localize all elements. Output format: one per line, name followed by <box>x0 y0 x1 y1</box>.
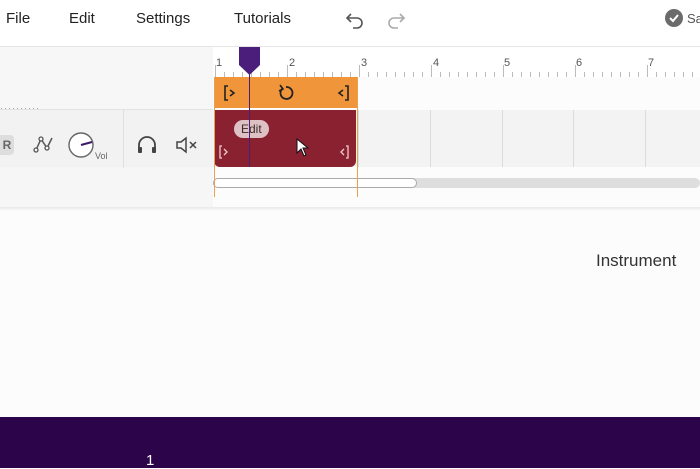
ruler-tick <box>431 65 432 77</box>
ruler-tick <box>521 72 522 77</box>
timeline-scroll-thumb[interactable] <box>213 178 417 188</box>
clip-trim-start-icon[interactable] <box>218 144 230 165</box>
ruler-mark-5: 5 <box>504 57 511 69</box>
timeline-ruler[interactable]: 1 2 3 4 5 6 7 <box>213 47 700 77</box>
menu-tutorials[interactable]: Tutorials <box>234 10 291 27</box>
ruler-tick <box>611 72 612 77</box>
ruler-tick <box>593 72 594 77</box>
ruler-mark-2: 2 <box>289 57 296 69</box>
ruler-mark-4: 4 <box>433 57 440 69</box>
save-label: Sa <box>687 10 700 26</box>
ruler-left-spacer <box>0 47 213 110</box>
ruler-mark-7: 7 <box>648 57 655 69</box>
volume-label: Vol <box>95 151 108 161</box>
ruler-tick <box>368 72 369 77</box>
ruler-tick <box>629 72 630 77</box>
ruler-tick <box>530 72 531 77</box>
ruler-tick <box>440 72 441 77</box>
ruler-mark-1: 1 <box>216 57 223 69</box>
ruler-tick <box>584 72 585 77</box>
cursor-icon <box>296 137 310 163</box>
loop-end-icon[interactable] <box>336 84 350 107</box>
saved-check-icon <box>665 9 683 27</box>
ruler-tick <box>539 72 540 77</box>
ruler-tick <box>692 72 693 77</box>
save-status[interactable]: Sa <box>665 9 700 27</box>
clip-trim-end-icon[interactable] <box>338 144 350 165</box>
loop-start-icon[interactable] <box>223 84 237 107</box>
ruler-tick <box>620 72 621 77</box>
ruler-tick <box>602 72 603 77</box>
ruler-tick <box>449 72 450 77</box>
ruler-tick <box>665 72 666 77</box>
instrument-label: Instrument <box>596 251 677 270</box>
ruler-tick <box>413 72 414 77</box>
ruler-tick <box>359 65 360 77</box>
clip-edit-button[interactable]: Edit <box>234 120 269 138</box>
ruler-tick <box>638 72 639 77</box>
ruler-tick <box>575 65 576 77</box>
ruler-tick <box>422 72 423 77</box>
ruler-tick <box>647 65 648 77</box>
ruler-tick <box>215 65 216 77</box>
ruler-tick <box>386 72 387 77</box>
ruler-tick <box>287 65 288 77</box>
menu-bar: File Edit Settings Tutorials Sa <box>0 0 700 47</box>
playhead-line <box>249 61 250 167</box>
ruler-mark-3: 3 <box>361 57 368 69</box>
ruler-mark-6: 6 <box>576 57 583 69</box>
ruler-tick <box>548 72 549 77</box>
loop-region[interactable] <box>214 77 358 108</box>
ruler-tick <box>683 72 684 77</box>
tracks-bottom-border <box>0 207 700 211</box>
menu-file[interactable]: File <box>6 10 30 27</box>
track-header-panel: ·········· R Vol <box>0 47 213 207</box>
mute-icon[interactable] <box>175 135 199 160</box>
ruler-tick <box>458 72 459 77</box>
volume-knob-icon[interactable] <box>67 131 97 166</box>
menu-edit[interactable]: Edit <box>69 10 95 27</box>
ruler-tick <box>566 72 567 77</box>
octave-label: 1 <box>146 452 155 469</box>
loop-end-marker <box>357 77 358 197</box>
ruler-tick <box>476 72 477 77</box>
ruler-tick <box>503 65 504 77</box>
timeline[interactable]: 1 2 3 4 5 6 7 Edit <box>213 47 700 207</box>
menu-settings[interactable]: Settings <box>136 10 190 27</box>
ruler-tick <box>467 72 468 77</box>
ruler-tick <box>494 72 495 77</box>
ruler-tick <box>557 72 558 77</box>
automation-icon[interactable] <box>33 134 55 161</box>
ruler-tick <box>674 72 675 77</box>
ruler-tick <box>395 72 396 77</box>
ruler-tick <box>404 72 405 77</box>
redo-icon[interactable] <box>385 8 407 30</box>
ruler-tick <box>485 72 486 77</box>
undo-icon[interactable] <box>344 8 366 30</box>
ruler-tick <box>656 72 657 77</box>
keyboard-panel: 1 <box>0 417 700 469</box>
controls-divider <box>123 110 124 168</box>
record-arm-button[interactable]: R <box>0 135 14 155</box>
audio-clip[interactable]: Edit <box>214 110 356 167</box>
playhead-handle[interactable] <box>239 47 260 75</box>
loop-start-marker <box>214 77 215 197</box>
ruler-tick <box>512 72 513 77</box>
ruler-tick <box>377 72 378 77</box>
headphones-icon[interactable] <box>136 135 158 160</box>
loop-icon[interactable] <box>276 83 296 108</box>
